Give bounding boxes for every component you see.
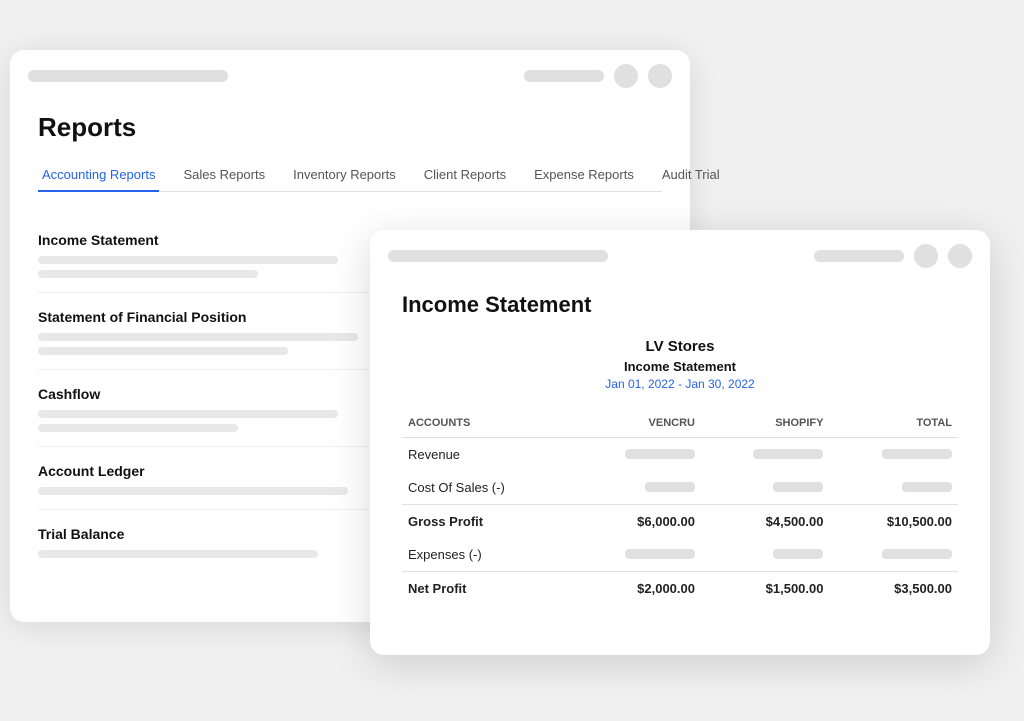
skeleton-line <box>38 424 238 432</box>
table-row-gross-profit: Gross Profit $6,000.00 $4,500.00 $10,500… <box>402 505 958 539</box>
tab-inventory-reports[interactable]: Inventory Reports <box>289 159 400 192</box>
titlebar-bar-front-long <box>388 250 608 262</box>
col-total: TOTAL <box>829 409 958 438</box>
vencru-expenses <box>572 538 701 572</box>
table-header-row: ACCOUNTS VENCRU SHOPIFY TOTAL <box>402 409 958 438</box>
table-row: Revenue <box>402 438 958 472</box>
total-net-profit: $3,500.00 <box>829 572 958 606</box>
skeleton-value <box>902 482 952 492</box>
titlebar-back <box>10 50 690 102</box>
titlebar-circle-1 <box>614 64 638 88</box>
col-accounts: ACCOUNTS <box>402 409 572 438</box>
col-vencru: VENCRU <box>572 409 701 438</box>
income-statement-window: Income Statement LV Stores Income Statem… <box>370 230 990 655</box>
skeleton-line <box>38 410 338 418</box>
tab-client-reports[interactable]: Client Reports <box>420 159 510 192</box>
skeleton-value <box>882 449 952 459</box>
vencru-net-profit: $2,000.00 <box>572 572 701 606</box>
titlebar-bar-medium <box>524 70 604 82</box>
total-expenses <box>829 538 958 572</box>
tab-sales-reports[interactable]: Sales Reports <box>179 159 269 192</box>
titlebar-front <box>370 230 990 282</box>
table-row: Cost Of Sales (-) <box>402 471 958 505</box>
statement-date: Jan 01, 2022 - Jan 30, 2022 <box>402 377 958 391</box>
tab-accounting-reports[interactable]: Accounting Reports <box>38 159 159 192</box>
account-net-profit: Net Profit <box>402 572 572 606</box>
skeleton-value <box>773 549 823 559</box>
skeleton-line <box>38 487 348 495</box>
account-revenue: Revenue <box>402 438 572 472</box>
account-cos: Cost Of Sales (-) <box>402 471 572 505</box>
skeleton-value <box>625 449 695 459</box>
skeleton-value <box>753 449 823 459</box>
vencru-revenue <box>572 438 701 472</box>
account-expenses: Expenses (-) <box>402 538 572 572</box>
total-revenue <box>829 438 958 472</box>
statement-subtitle: Income Statement <box>402 359 958 374</box>
tab-audit-trial[interactable]: Audit Trial <box>658 159 724 192</box>
skeleton-value <box>882 549 952 559</box>
tab-expense-reports[interactable]: Expense Reports <box>530 159 638 192</box>
page-title: Reports <box>38 112 662 143</box>
skeleton-line <box>38 270 258 278</box>
skeleton-value <box>625 549 695 559</box>
vencru-gross-profit: $6,000.00 <box>572 505 701 539</box>
company-name: LV Stores <box>402 338 958 355</box>
skeleton-line <box>38 550 318 558</box>
shopify-cos <box>701 471 830 505</box>
skeleton-line <box>38 256 338 264</box>
account-gross-profit: Gross Profit <box>402 505 572 539</box>
total-cos <box>829 471 958 505</box>
vencru-cos <box>572 471 701 505</box>
titlebar-circle-2 <box>648 64 672 88</box>
statement-header: LV Stores Income Statement Jan 01, 2022 … <box>402 338 958 391</box>
income-statement-body: Income Statement LV Stores Income Statem… <box>370 282 990 625</box>
skeleton-value <box>645 482 695 492</box>
skeleton-line <box>38 347 288 355</box>
shopify-net-profit: $1,500.00 <box>701 572 830 606</box>
col-shopify: SHOPIFY <box>701 409 830 438</box>
table-row-net-profit: Net Profit $2,000.00 $1,500.00 $3,500.00 <box>402 572 958 606</box>
shopify-gross-profit: $4,500.00 <box>701 505 830 539</box>
total-gross-profit: $10,500.00 <box>829 505 958 539</box>
skeleton-line <box>38 333 358 341</box>
titlebar-circle-front-1 <box>914 244 938 268</box>
shopify-revenue <box>701 438 830 472</box>
tabs-nav: Accounting Reports Sales Reports Invento… <box>38 159 662 192</box>
skeleton-value <box>773 482 823 492</box>
titlebar-bar-front-medium <box>814 250 904 262</box>
detail-title: Income Statement <box>402 292 958 318</box>
statement-table: ACCOUNTS VENCRU SHOPIFY TOTAL Revenue Co… <box>402 409 958 605</box>
titlebar-circle-front-2 <box>948 244 972 268</box>
shopify-expenses <box>701 538 830 572</box>
titlebar-bar-long <box>28 70 228 82</box>
table-row: Expenses (-) <box>402 538 958 572</box>
